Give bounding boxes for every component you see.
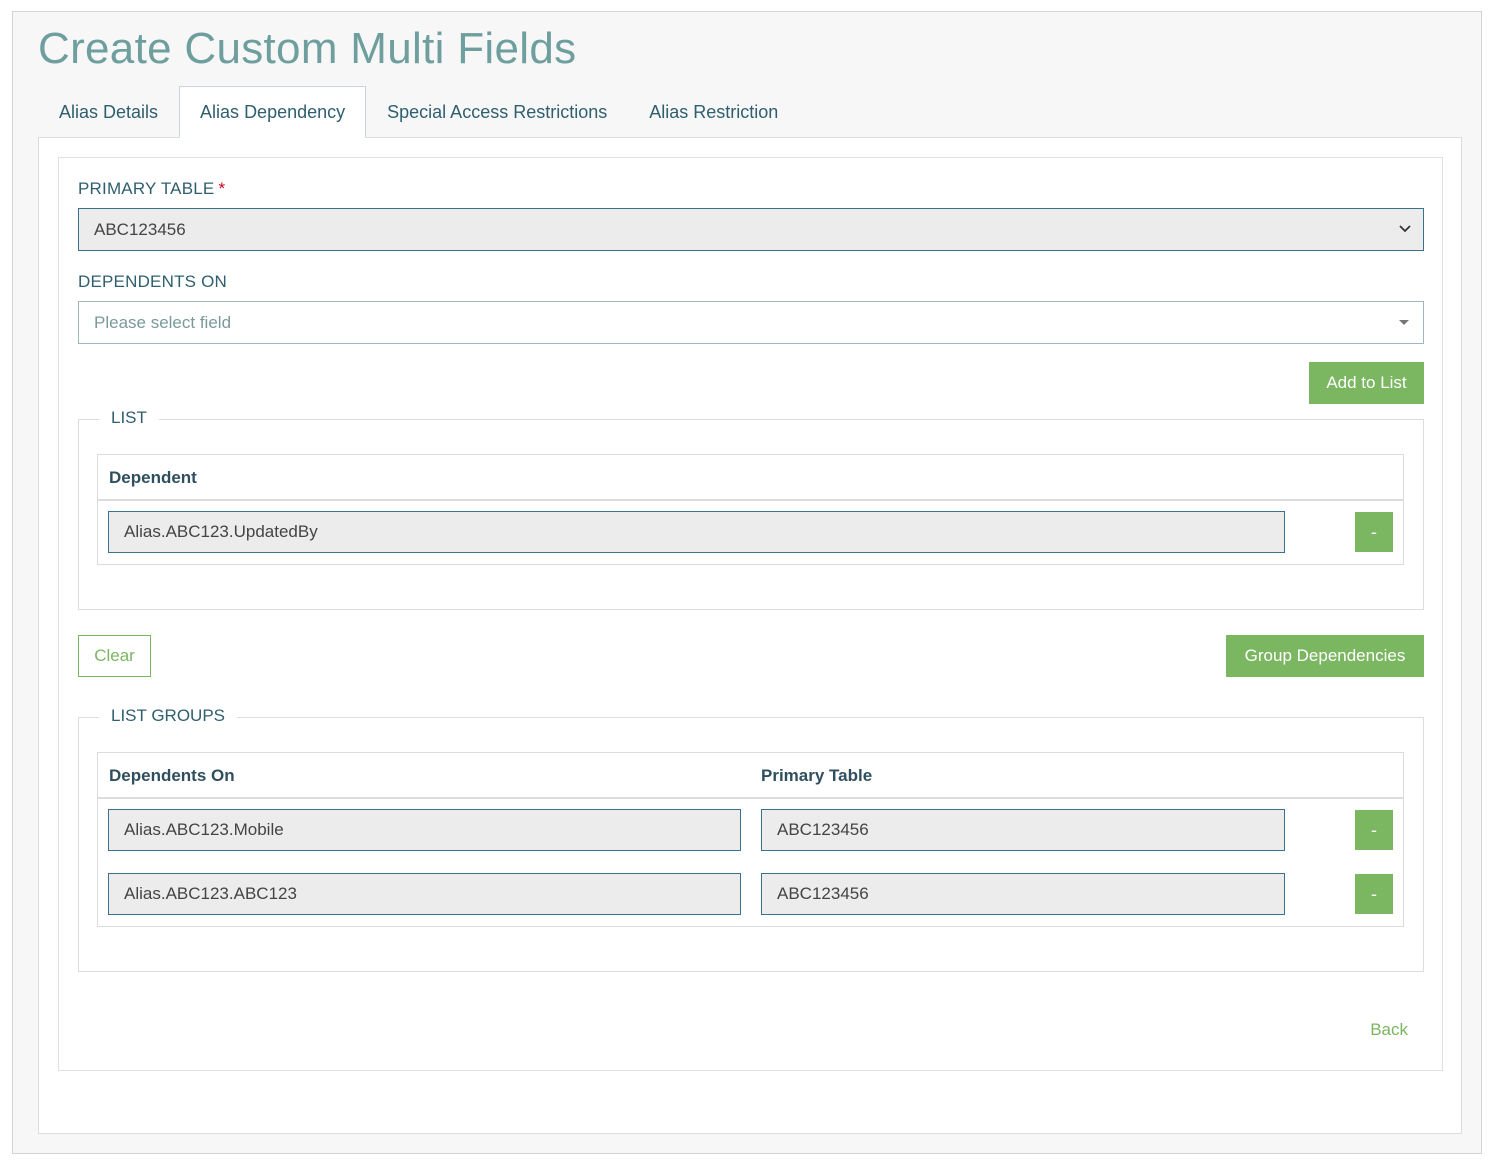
- list-legend: LIST: [99, 408, 159, 428]
- remove-row-button[interactable]: -: [1355, 810, 1393, 850]
- remove-row-button[interactable]: -: [1355, 874, 1393, 914]
- tab-bar: Alias Details Alias Dependency Special A…: [38, 86, 799, 138]
- list-groups-legend: LIST GROUPS: [99, 706, 237, 726]
- chevron-down-icon: [1399, 225, 1411, 233]
- dependents-on-field[interactable]: Alias.ABC123.Mobile: [108, 809, 741, 851]
- list-groups-fieldset: LIST GROUPS Dependents On Primary Table …: [78, 706, 1424, 972]
- dependency-form-card: PRIMARY TABLE * ABC123456 DEPENDENTS ON P…: [58, 157, 1443, 1071]
- tab-alias-dependency[interactable]: Alias Dependency: [179, 86, 367, 138]
- primary-table-label: PRIMARY TABLE *: [78, 179, 226, 198]
- primary-table-value: ABC123456: [94, 219, 186, 239]
- tab-special-access-restrictions[interactable]: Special Access Restrictions: [366, 86, 628, 138]
- dependent-field[interactable]: Alias.ABC123.UpdatedBy: [108, 511, 1285, 553]
- dependents-on-select[interactable]: Please select field: [78, 301, 1424, 344]
- primary-table-select[interactable]: ABC123456: [78, 208, 1424, 251]
- primary-table-field[interactable]: ABC123456: [761, 873, 1285, 915]
- dependent-column-header: Dependent: [109, 468, 197, 487]
- table-row: Alias.ABC123.ABC123 ABC123456 -: [98, 863, 1403, 927]
- tab-panel: PRIMARY TABLE * ABC123456 DEPENDENTS ON P…: [38, 137, 1462, 1134]
- dependents-on-label: DEPENDENTS ON: [78, 272, 228, 291]
- list-groups-table: Dependents On Primary Table Alias.ABC123…: [97, 752, 1404, 927]
- dependent-table: Dependent Alias.ABC123.UpdatedBy -: [97, 454, 1404, 565]
- dependents-on-placeholder: Please select field: [94, 312, 232, 332]
- page-title: Create Custom Multi Fields: [38, 24, 577, 73]
- back-link[interactable]: Back: [1370, 1020, 1408, 1040]
- tab-alias-details[interactable]: Alias Details: [38, 86, 179, 138]
- dependent-table-header: Dependent: [98, 455, 1403, 501]
- list-fieldset: LIST Dependent Alias.ABC123.UpdatedBy -: [78, 408, 1424, 610]
- tab-alias-restriction[interactable]: Alias Restriction: [628, 86, 799, 138]
- add-to-list-button[interactable]: Add to List: [1309, 362, 1424, 404]
- primary-table-column-header: Primary Table: [761, 766, 873, 785]
- caret-down-icon: [1399, 320, 1409, 325]
- clear-button[interactable]: Clear: [78, 635, 151, 677]
- dependents-on-column-header: Dependents On: [109, 766, 235, 785]
- dependents-on-field[interactable]: Alias.ABC123.ABC123: [108, 873, 741, 915]
- group-dependencies-button[interactable]: Group Dependencies: [1226, 635, 1424, 677]
- table-row: Alias.ABC123.UpdatedBy -: [98, 501, 1403, 565]
- page-frame: Create Custom Multi Fields Alias Details…: [12, 11, 1482, 1154]
- list-groups-table-header: Dependents On Primary Table: [98, 753, 1403, 799]
- required-marker: *: [218, 179, 226, 198]
- remove-row-button[interactable]: -: [1355, 512, 1393, 552]
- table-row: Alias.ABC123.Mobile ABC123456 -: [98, 799, 1403, 863]
- primary-table-field[interactable]: ABC123456: [761, 809, 1285, 851]
